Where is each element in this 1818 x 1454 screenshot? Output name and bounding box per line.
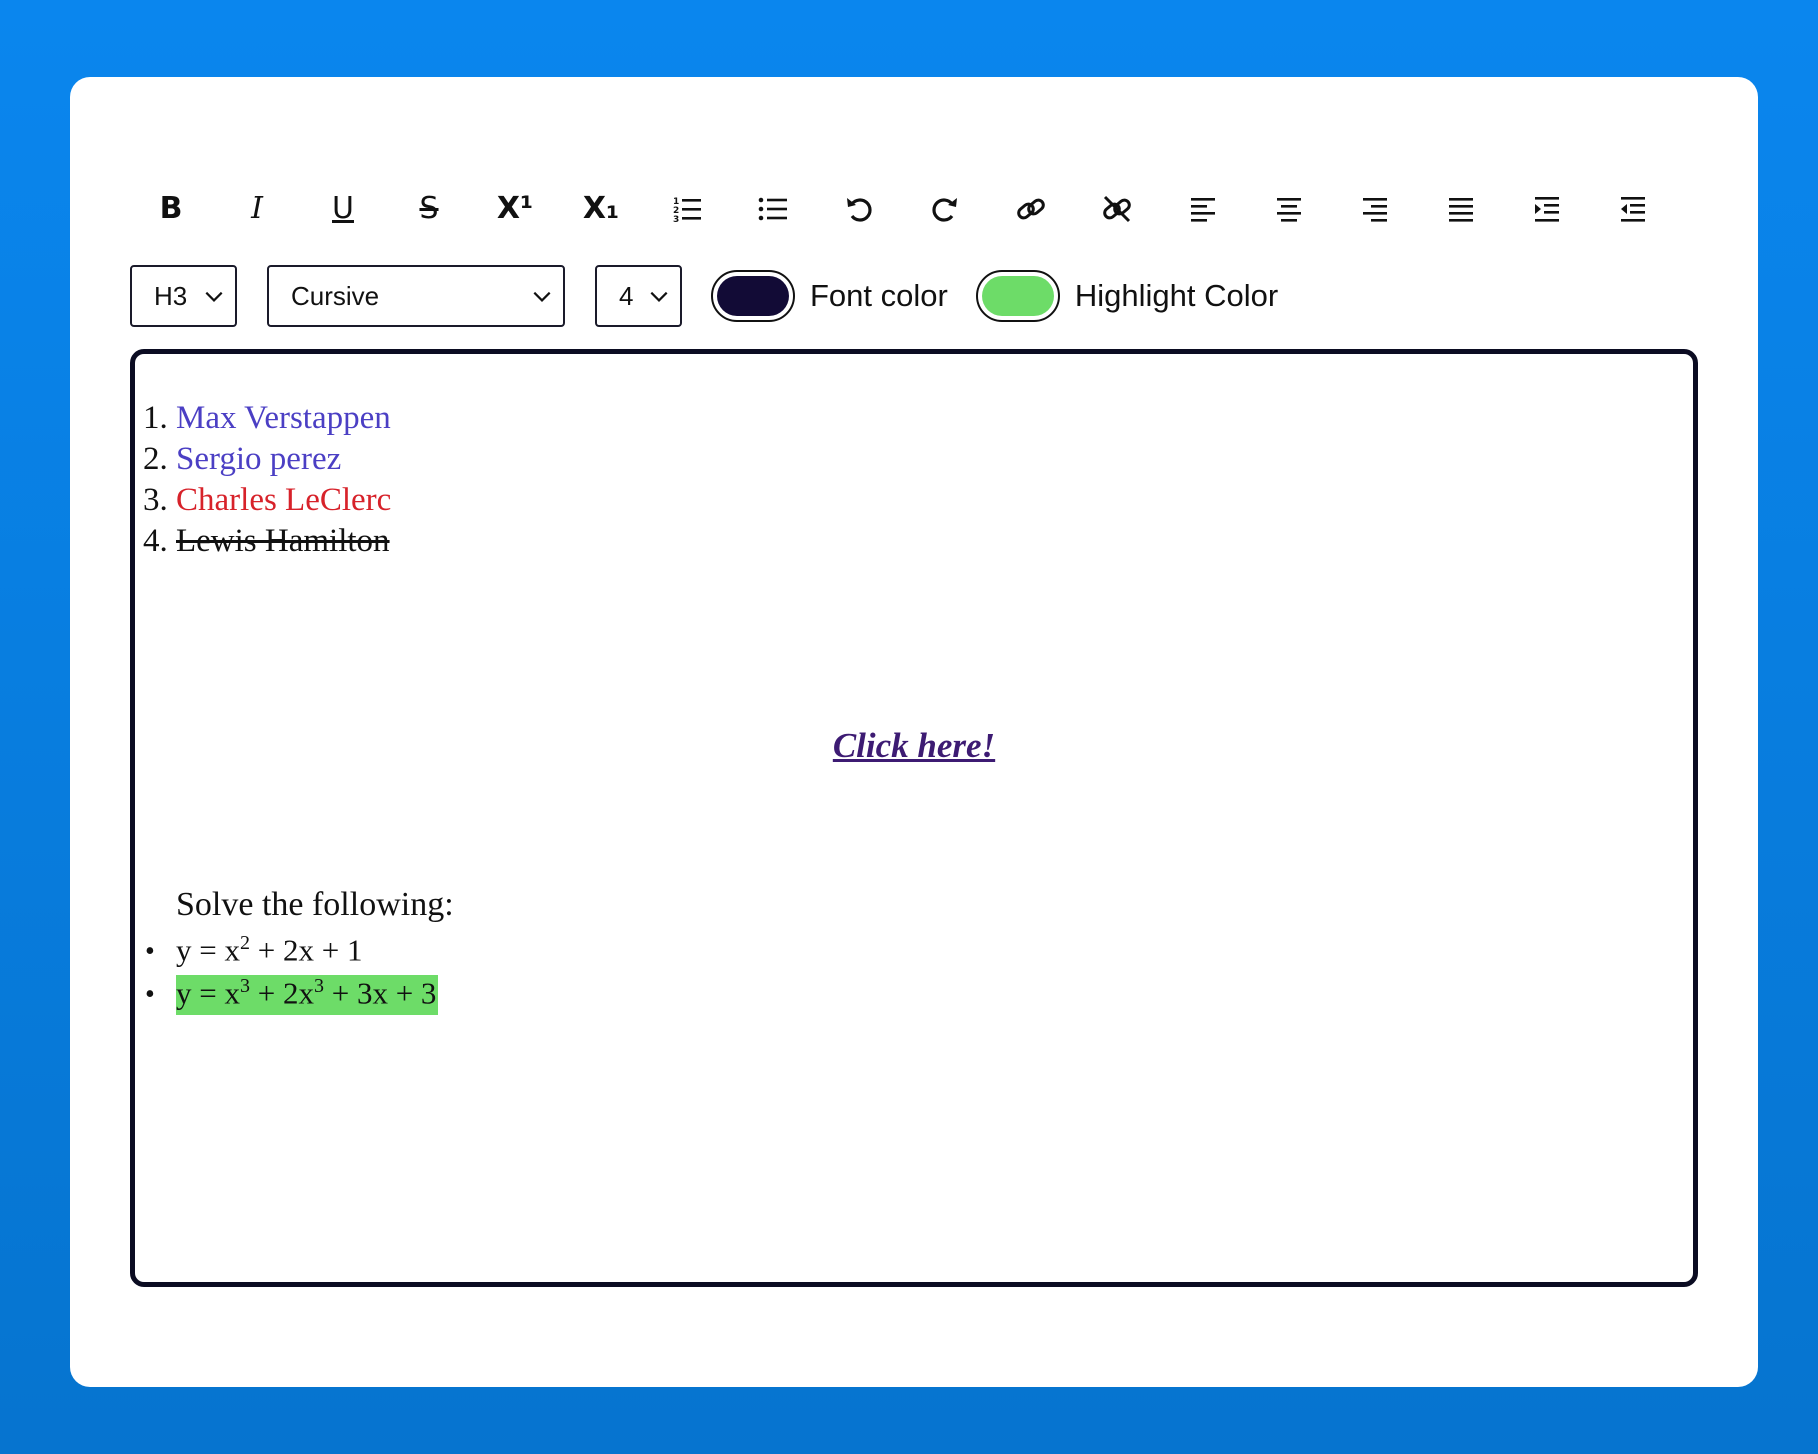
bold-icon: B: [159, 191, 183, 226]
align-left-button[interactable]: [1160, 177, 1246, 241]
list-item-text: Charles LeClerc: [176, 482, 392, 518]
chevron-down-icon: [205, 291, 223, 302]
redo-button[interactable]: [902, 177, 988, 241]
indent-button[interactable]: [1504, 177, 1590, 241]
svg-text:3: 3: [673, 215, 679, 225]
link-button[interactable]: [988, 177, 1074, 241]
editor-content-area[interactable]: 1. Max Verstappen 2. Sergio perez 3. Cha…: [130, 349, 1698, 1287]
underline-button[interactable]: U: [300, 177, 386, 241]
font-color-picker[interactable]: [711, 270, 795, 322]
link-icon: [1017, 198, 1045, 220]
align-left-icon: [1191, 198, 1215, 222]
align-right-icon: [1363, 198, 1387, 222]
indent-icon: [1535, 197, 1559, 222]
font-color-swatch: [717, 276, 789, 316]
list-item: 4. Lewis Hamilton: [143, 521, 391, 562]
list-item-text: Sergio perez: [176, 441, 342, 477]
heading-select[interactable]: H3: [130, 265, 237, 327]
list-number: 2.: [143, 441, 168, 477]
font-color-label: Font color: [810, 278, 948, 313]
align-center-icon: [1277, 198, 1301, 222]
ordered-list: 1. Max Verstappen 2. Sergio perez 3. Cha…: [143, 398, 391, 562]
bullet: •: [145, 936, 155, 968]
list-item: • y = x2 + 2x + 1: [145, 932, 438, 975]
align-right-button[interactable]: [1332, 177, 1418, 241]
bullet-list-icon: [758, 197, 787, 221]
subscript-button[interactable]: X₁: [558, 177, 644, 241]
superscript-button[interactable]: X¹: [472, 177, 558, 241]
bold-button[interactable]: B: [128, 177, 214, 241]
list-item: 1. Max Verstappen: [143, 398, 391, 439]
outdent-icon: [1621, 197, 1645, 222]
list-number: 3.: [143, 482, 168, 518]
list-number: 4.: [143, 523, 168, 559]
subscript-icon: X₁: [582, 191, 620, 226]
list-item-text: Lewis Hamilton: [176, 523, 390, 559]
undo-button[interactable]: [816, 177, 902, 241]
heading-select-value: H3: [154, 280, 188, 311]
chevron-down-icon: [650, 291, 668, 302]
equation-2-highlighted: y = x3 + 2x3 + 3x + 3: [176, 975, 439, 1016]
equation-1: y = x2 + 2x + 1: [176, 932, 363, 968]
font-size-select[interactable]: 4: [595, 265, 682, 327]
superscript-icon: X¹: [496, 191, 534, 226]
ordered-list-icon: 1 2 3: [673, 197, 701, 225]
strikethrough-button[interactable]: S: [386, 177, 472, 241]
equation-list: • y = x2 + 2x + 1 • y = x3 + 2x3 + 3x + …: [145, 932, 439, 1018]
underline-icon: U: [332, 191, 354, 226]
list-item: 3. Charles LeClerc: [143, 480, 391, 521]
align-justify-icon: [1449, 198, 1473, 222]
editor-card: B I U S X¹ X₁ 1 2 3 H3 Cursive 4 Font co…: [70, 77, 1758, 1387]
font-family-select[interactable]: Cursive: [267, 265, 565, 327]
highlight-color-label: Highlight Color: [1074, 278, 1279, 313]
solve-heading: Solve the following:: [176, 886, 454, 923]
outdent-button[interactable]: [1590, 177, 1676, 241]
chevron-down-icon: [533, 291, 551, 302]
list-item-text: Max Verstappen: [176, 400, 391, 436]
list-item: 2. Sergio perez: [143, 439, 391, 480]
italic-icon: I: [251, 191, 263, 226]
redo-icon: [932, 198, 957, 222]
font-family-select-value: Cursive: [291, 280, 380, 311]
list-item: • y = x3 + 2x3 + 3x + 3: [145, 975, 439, 1018]
align-center-button[interactable]: [1246, 177, 1332, 241]
highlight-color-swatch: [981, 276, 1054, 316]
font-size-select-value: 4: [619, 280, 634, 311]
unlink-button[interactable]: [1074, 177, 1160, 241]
bullet-list-button[interactable]: [730, 177, 816, 241]
bullet: •: [145, 979, 155, 1011]
ordered-list-button[interactable]: 1 2 3: [644, 177, 730, 241]
strikethrough-icon: S: [419, 191, 439, 226]
italic-button[interactable]: I: [214, 177, 300, 241]
unlink-icon: [1103, 195, 1131, 223]
align-justify-button[interactable]: [1418, 177, 1504, 241]
list-number: 1.: [143, 400, 168, 436]
style-controls: H3 Cursive 4 Font color Highlight Color: [130, 263, 1278, 329]
undo-icon: [847, 198, 872, 222]
formatting-toolbar: B I U S X¹ X₁ 1 2 3: [128, 177, 1676, 241]
click-here-link[interactable]: Click here!: [135, 726, 1693, 766]
highlight-color-picker[interactable]: [975, 270, 1060, 322]
